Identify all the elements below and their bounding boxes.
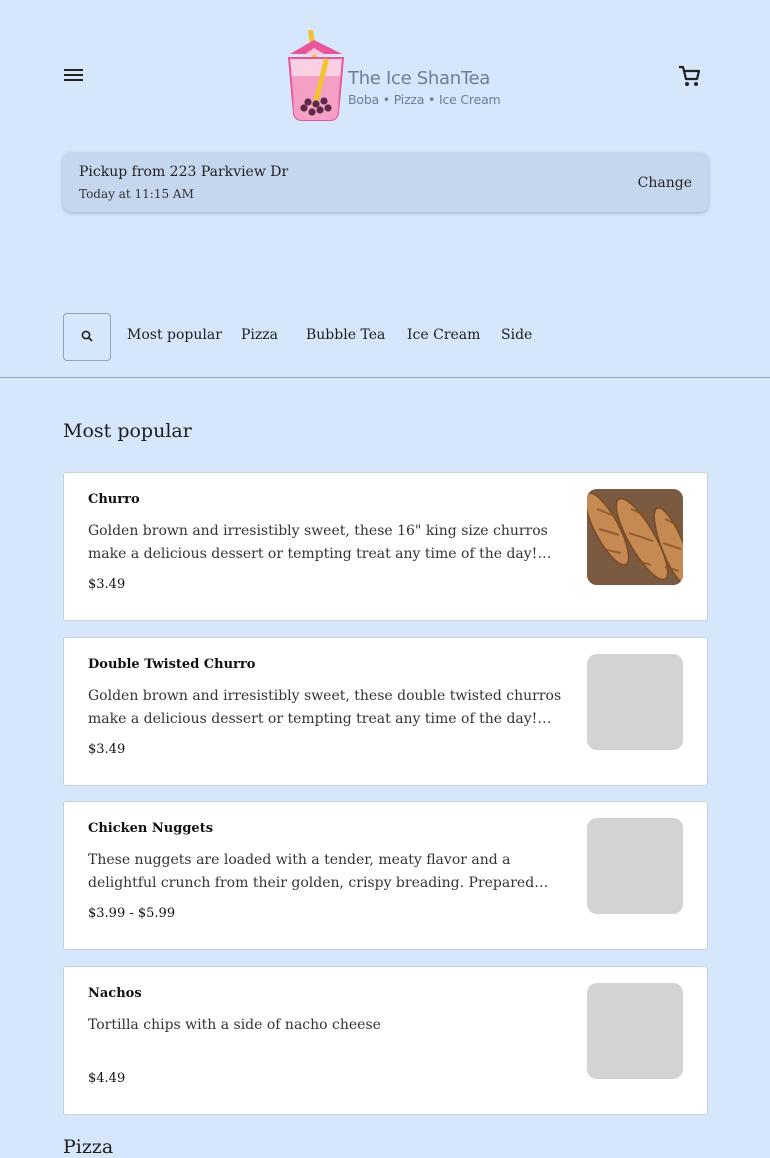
header: The Ice ShanTea Boba • Pizza • Ice Cream xyxy=(0,0,770,150)
menu-item-card[interactable]: Churro Golden brown and irresistibly swe… xyxy=(63,472,708,621)
tab-bubble-tea[interactable]: Bubble Tea xyxy=(306,327,385,343)
shopping-cart-icon[interactable] xyxy=(676,63,702,89)
section-title-most-popular: Most popular xyxy=(63,420,192,442)
tab-side[interactable]: Side xyxy=(501,327,532,343)
item-photo-placeholder xyxy=(587,983,683,1079)
item-name: Churro xyxy=(88,492,140,507)
brand-tagline: Boba • Pizza • Ice Cream xyxy=(348,92,501,107)
item-description: Golden brown and irresistibly sweet, the… xyxy=(88,523,548,562)
pickup-selector[interactable]: Pickup from 223 Parkview Dr Today at 11:… xyxy=(63,153,708,212)
item-description: Golden brown and irresistibly sweet, the… xyxy=(88,688,562,727)
category-nav: Most popular Pizza Bubble Tea Ice Cream … xyxy=(0,313,770,378)
item-name: Nachos xyxy=(88,986,142,1001)
item-price: $3.99 - $5.99 xyxy=(88,906,176,921)
item-price: $4.49 xyxy=(88,1071,126,1086)
item-price: $3.49 xyxy=(88,742,126,757)
tab-pizza[interactable]: Pizza xyxy=(241,327,278,343)
brand-name: The Ice ShanTea xyxy=(348,68,491,89)
search-icon xyxy=(81,330,93,342)
pickup-location: Pickup from 223 Parkview Dr xyxy=(79,164,289,180)
change-pickup-button[interactable]: Change xyxy=(638,175,692,191)
item-name: Double Twisted Churro xyxy=(88,657,256,672)
section-title-pizza: Pizza xyxy=(63,1136,114,1158)
search-button[interactable] xyxy=(63,313,111,361)
brand-logo[interactable]: The Ice ShanTea Boba • Pizza • Ice Cream xyxy=(284,28,501,124)
menu-item-card[interactable]: Double Twisted Churro Golden brown and i… xyxy=(63,637,708,786)
hamburger-menu-icon[interactable] xyxy=(64,66,86,86)
item-description: Tortilla chips with a side of nacho chee… xyxy=(88,1017,381,1033)
tab-most-popular[interactable]: Most popular xyxy=(127,327,222,343)
item-description: These nuggets are loaded with a tender, … xyxy=(88,852,535,891)
item-price: $3.49 xyxy=(88,577,126,592)
menu-item-card[interactable]: Chicken Nuggets These nuggets are loaded… xyxy=(63,801,708,950)
item-photo-placeholder xyxy=(587,654,683,750)
pickup-time: Today at 11:15 AM xyxy=(79,187,194,201)
item-photo-placeholder xyxy=(587,818,683,914)
item-photo-churro xyxy=(587,489,683,585)
tab-ice-cream[interactable]: Ice Cream xyxy=(407,327,480,343)
item-name: Chicken Nuggets xyxy=(88,821,214,836)
menu-item-card[interactable]: Nachos Tortilla chips with a side of nac… xyxy=(63,966,708,1115)
boba-cup-icon xyxy=(287,29,345,121)
